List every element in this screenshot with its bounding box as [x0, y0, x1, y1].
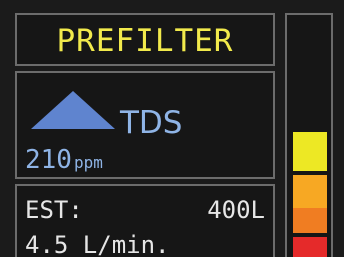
level-meter: [285, 13, 333, 257]
level-segment-3: [293, 208, 327, 233]
page-title: PREFILTER: [56, 22, 234, 59]
triangle-up-icon: [31, 91, 115, 129]
estimate-row: EST: 400L: [25, 196, 265, 224]
level-segment-1: [293, 132, 327, 171]
level-segment-2: [293, 175, 327, 210]
prefilter-screen: PREFILTER TDS 210 ppm EST: 400L 4.5 L/min…: [0, 0, 344, 257]
estimate-volume: 400L: [207, 196, 265, 224]
estimate-label: EST:: [25, 196, 83, 224]
tds-reading: 210 ppm: [25, 145, 103, 175]
level-segment-4: [293, 237, 327, 257]
flow-rate: 4.5 L/min.: [25, 231, 170, 257]
triangle-up-shape: [31, 91, 115, 129]
tds-label: TDS: [120, 105, 183, 141]
tds-unit: ppm: [73, 153, 103, 172]
estimate-panel: EST: 400L 4.5 L/min.: [15, 184, 275, 257]
tds-panel: TDS 210 ppm: [15, 71, 275, 179]
tds-value: 210: [25, 145, 72, 175]
title-panel: PREFILTER: [15, 13, 275, 66]
